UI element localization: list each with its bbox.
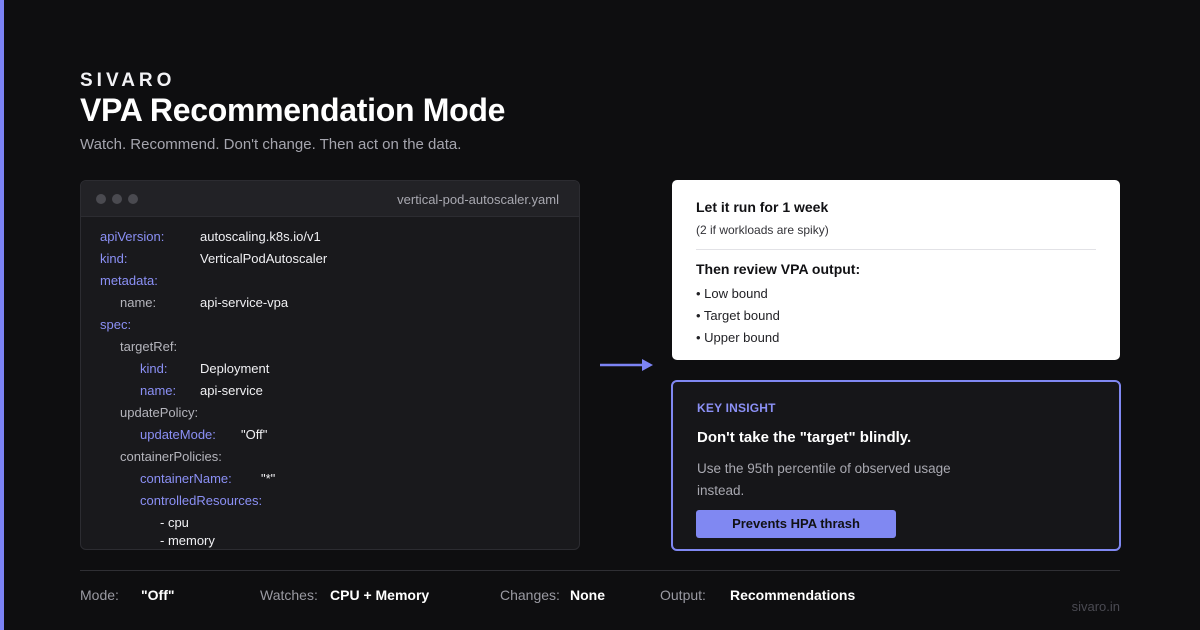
code-list-item: - cpu (160, 515, 189, 530)
key-insight-card: KEY INSIGHT Don't take the "target" blin… (671, 380, 1121, 551)
right-arrow-icon (600, 359, 653, 371)
code-key: updateMode: (140, 427, 216, 442)
code-panel-header: vertical-pod-autoscaler.yaml (81, 181, 579, 217)
brand-logo: SIVARO (80, 70, 176, 91)
footer-divider (80, 570, 1120, 571)
code-value: "*" (261, 471, 276, 486)
footer-label-output: Output: (660, 587, 706, 603)
window-dot-icon (128, 194, 138, 204)
code-value: api-service (200, 383, 263, 398)
page-subtitle: Watch. Recommend. Don't change. Then act… (80, 136, 462, 153)
insight-body: Use the 95th percentile of observed usag… (697, 461, 951, 498)
code-value: "Off" (241, 427, 268, 442)
footer-label-mode: Mode: (80, 587, 119, 603)
code-value: VerticalPodAutoscaler (200, 251, 328, 266)
info-heading: Then review VPA output: (696, 261, 861, 277)
code-list-item: - memory (160, 533, 215, 548)
code-key: containerName: (140, 471, 232, 486)
code-value: autoscaling.k8s.io/v1 (200, 229, 321, 244)
code-key: containerPolicies: (120, 449, 222, 464)
bullet-item: • Low bound (696, 286, 768, 301)
info-divider (696, 249, 1096, 250)
code-key: name: (140, 383, 177, 398)
left-accent-bar (0, 0, 4, 630)
code-key: targetRef: (120, 339, 178, 354)
code-key: metadata: (100, 273, 158, 288)
code-key: spec: (100, 317, 132, 332)
info-card: Let it run for 1 week (2 if workloads ar… (672, 180, 1120, 360)
footer-label-watches: Watches: (260, 587, 318, 603)
code-key: name: (120, 295, 157, 310)
footer-domain: sivaro.in (1071, 599, 1120, 614)
insight-label: KEY INSIGHT (697, 401, 776, 415)
footer-value-watches: CPU + Memory (330, 587, 430, 603)
prevents-hpa-thrash-button[interactable]: Prevents HPA thrash (696, 510, 896, 538)
insight-heading: Don't take the "target" blindly. (697, 429, 912, 446)
info-subtext: (2 if workloads are spiky) (696, 223, 829, 237)
footer-label-changes: Changes: (500, 587, 560, 603)
window-dot-icon (96, 194, 106, 204)
footer-value-mode: "Off" (141, 587, 175, 603)
code-key: kind: (100, 251, 128, 266)
code-key: controlledResources: (140, 493, 263, 508)
code-value: Deployment (200, 361, 270, 376)
code-key: apiVersion: (100, 229, 165, 244)
footer-value-output: Recommendations (730, 587, 856, 603)
code-key: updatePolicy: (120, 405, 199, 420)
page-title: VPA Recommendation Mode (80, 92, 506, 128)
code-panel: vertical-pod-autoscaler.yaml apiVersion:… (80, 180, 580, 550)
code-filename: vertical-pod-autoscaler.yaml (397, 192, 559, 207)
footer-value-changes: None (570, 587, 605, 603)
code-value: api-service-vpa (200, 295, 289, 310)
bullet-item: • Upper bound (696, 330, 780, 345)
code-key: kind: (140, 361, 168, 376)
info-heading: Let it run for 1 week (696, 199, 829, 215)
bullet-item: • Target bound (696, 308, 780, 323)
window-dot-icon (112, 194, 122, 204)
